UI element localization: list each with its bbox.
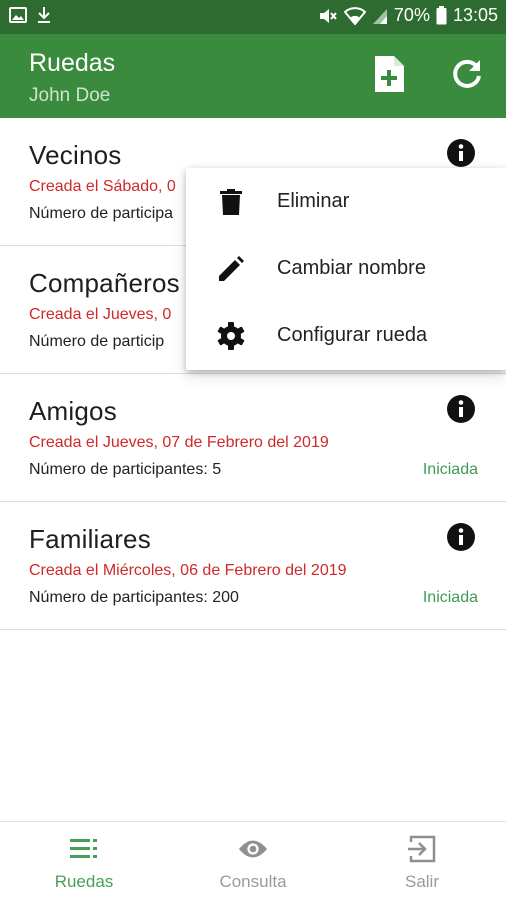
nav-ruedas[interactable]: Ruedas	[0, 822, 168, 900]
eye-icon	[238, 834, 268, 864]
nav-label: Consulta	[219, 872, 287, 891]
nav-label: Salir	[404, 872, 439, 891]
menu-item-configurar-rueda[interactable]: Configurar rueda	[186, 302, 506, 369]
menu-item-label: Configurar rueda	[277, 324, 428, 346]
info-icon[interactable]	[446, 394, 476, 424]
rueda-name: Compañeros	[29, 268, 180, 298]
rueda-status: Iniciada	[422, 589, 478, 606]
list-icon	[69, 834, 99, 864]
menu-item-cambiar-nombre[interactable]: Cambiar nombre	[186, 235, 506, 302]
rueda-name: Amigos	[29, 396, 117, 426]
download-icon	[37, 6, 51, 24]
bottom-navigation: Ruedas Consulta Salir	[0, 821, 506, 900]
menu-item-eliminar[interactable]: Eliminar	[186, 168, 506, 235]
rueda-participants: Número de participa	[29, 205, 174, 222]
app-title: Ruedas	[29, 49, 116, 77]
pencil-icon	[216, 254, 246, 284]
refresh-icon	[450, 57, 484, 96]
rueda-status: Iniciada	[422, 461, 478, 478]
rueda-card[interactable]: Familiares Creada el Miércoles, 06 de Fe…	[0, 502, 506, 630]
rueda-participants: Número de participantes: 5	[29, 461, 222, 478]
rueda-date: Creada el Jueves, 0	[29, 306, 172, 323]
nav-label: Ruedas	[54, 872, 114, 891]
signal-icon	[372, 7, 388, 25]
battery-percent: 70%	[393, 5, 430, 25]
rueda-participants: Número de particip	[29, 333, 165, 350]
status-bar: 70% 13:05	[0, 0, 506, 34]
battery-icon	[436, 6, 447, 25]
rueda-card[interactable]: Amigos Creada el Jueves, 07 de Febrero d…	[0, 374, 506, 502]
refresh-button[interactable]	[443, 52, 491, 100]
info-icon[interactable]	[446, 138, 476, 168]
rueda-date: Creada el Jueves, 07 de Febrero del 2019	[29, 434, 329, 451]
menu-item-label: Cambiar nombre	[277, 257, 426, 279]
rueda-name: Familiares	[29, 524, 151, 554]
app-subtitle: John Doe	[29, 85, 111, 106]
new-rueda-button[interactable]	[365, 52, 413, 100]
new-file-icon	[372, 55, 406, 98]
status-system: 70% 13:05	[318, 5, 498, 26]
clock: 13:05	[452, 5, 498, 25]
rueda-name: Vecinos	[29, 140, 122, 170]
app-bar: Ruedas John Doe	[0, 34, 506, 118]
rueda-options-menu: Eliminar Cambiar nombre Configurar rueda	[186, 168, 506, 370]
wifi-icon	[343, 6, 366, 25]
image-icon	[9, 7, 27, 23]
info-icon[interactable]	[446, 522, 476, 552]
gear-icon	[216, 321, 246, 351]
rueda-date: Creada el Sábado, 0	[29, 178, 176, 195]
menu-item-label: Eliminar	[277, 190, 350, 212]
trash-icon	[216, 187, 246, 217]
status-notifications	[9, 6, 51, 24]
mute-icon	[318, 7, 338, 25]
nav-consulta[interactable]: Consulta	[169, 822, 337, 900]
nav-salir[interactable]: Salir	[338, 822, 506, 900]
exit-icon	[407, 834, 437, 864]
rueda-date: Creada el Miércoles, 06 de Febrero del 2…	[29, 562, 347, 579]
rueda-participants: Número de participantes: 200	[29, 589, 239, 606]
